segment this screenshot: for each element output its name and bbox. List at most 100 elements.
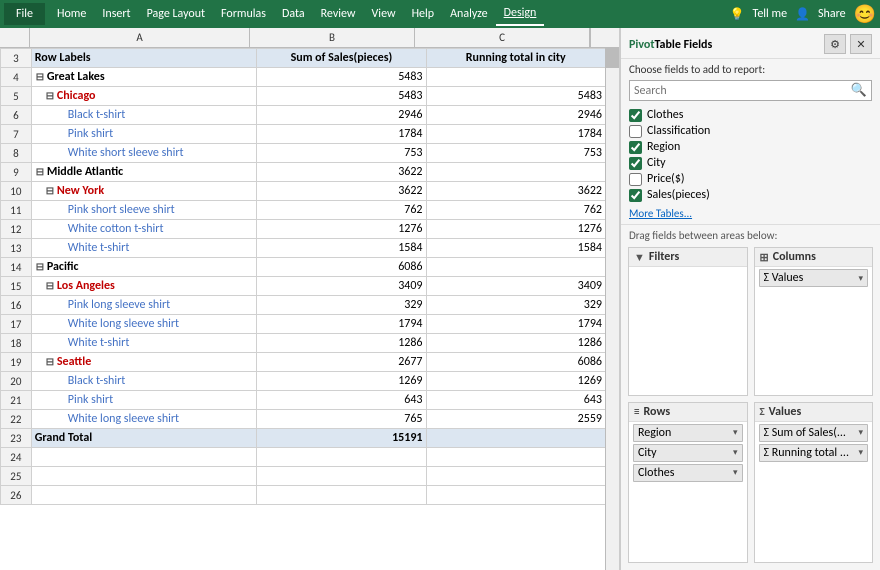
cell-b[interactable]: 1286: [257, 334, 426, 353]
col-header-b[interactable]: B: [250, 28, 415, 47]
menu-analyze[interactable]: Analyze: [442, 3, 496, 25]
menu-design[interactable]: Design: [496, 2, 545, 26]
tellme-label[interactable]: Tell me: [753, 7, 788, 21]
pivot-field-checkbox[interactable]: [629, 125, 642, 138]
cell-b[interactable]: 6086: [257, 258, 426, 277]
rows-pill[interactable]: Region▾: [633, 424, 743, 442]
cell-a[interactable]: [31, 467, 257, 486]
cell-b[interactable]: 3622: [257, 182, 426, 201]
cell-b[interactable]: 329: [257, 296, 426, 315]
cell-b[interactable]: 15191: [257, 429, 426, 448]
cell-a[interactable]: Pink short sleeve shirt: [31, 201, 257, 220]
scrollbar[interactable]: [605, 48, 619, 570]
cell-c[interactable]: 3622: [426, 182, 605, 201]
menu-view[interactable]: View: [364, 3, 404, 25]
cell-c[interactable]: 762: [426, 201, 605, 220]
cell-a[interactable]: White short sleeve shirt: [31, 144, 257, 163]
columns-values-pill[interactable]: Σ Values ▾: [759, 269, 869, 287]
pivot-close-btn[interactable]: ✕: [850, 34, 872, 54]
cell-c[interactable]: 6086: [426, 353, 605, 372]
cell-c[interactable]: 2946: [426, 106, 605, 125]
cell-a[interactable]: White cotton t-shirt: [31, 220, 257, 239]
cell-c[interactable]: 753: [426, 144, 605, 163]
cell-c[interactable]: Running total in city: [426, 49, 605, 68]
menu-formulas[interactable]: Formulas: [213, 3, 274, 25]
menu-insert[interactable]: Insert: [94, 3, 138, 25]
cell-a[interactable]: White t-shirt: [31, 239, 257, 258]
cell-b[interactable]: [257, 486, 426, 505]
rows-pill[interactable]: Clothes▾: [633, 464, 743, 482]
cell-b[interactable]: 1584: [257, 239, 426, 258]
cell-c[interactable]: 1784: [426, 125, 605, 144]
share-label[interactable]: Share: [818, 7, 846, 21]
cell-a[interactable]: ⊟ Los Angeles: [31, 277, 257, 296]
cell-b[interactable]: 1794: [257, 315, 426, 334]
cell-b[interactable]: 1784: [257, 125, 426, 144]
pivot-field-checkbox[interactable]: [629, 189, 642, 202]
cell-b[interactable]: 2677: [257, 353, 426, 372]
menu-data[interactable]: Data: [274, 3, 313, 25]
cell-a[interactable]: Pink shirt: [31, 391, 257, 410]
col-header-c[interactable]: C: [415, 28, 590, 47]
scroll-thumb[interactable]: [606, 48, 619, 68]
cell-a[interactable]: Pink shirt: [31, 125, 257, 144]
cell-b[interactable]: 2946: [257, 106, 426, 125]
cell-c[interactable]: 3409: [426, 277, 605, 296]
pivot-search-box[interactable]: 🔍: [629, 80, 872, 101]
cell-c[interactable]: [426, 467, 605, 486]
menu-home[interactable]: Home: [49, 3, 94, 25]
cell-a[interactable]: ⊟ Chicago: [31, 87, 257, 106]
cell-a[interactable]: ⊟ Great Lakes: [31, 68, 257, 87]
cell-b[interactable]: 3622: [257, 163, 426, 182]
cell-c[interactable]: 1286: [426, 334, 605, 353]
cell-c[interactable]: [426, 258, 605, 277]
cell-a[interactable]: ⊟ New York: [31, 182, 257, 201]
cell-c[interactable]: 643: [426, 391, 605, 410]
cell-b[interactable]: 3409: [257, 277, 426, 296]
cell-b[interactable]: 765: [257, 410, 426, 429]
cell-c[interactable]: [426, 448, 605, 467]
values-pill[interactable]: Σ Running total ...▾: [759, 444, 869, 462]
values-pill[interactable]: Σ Sum of Sales(...▾: [759, 424, 869, 442]
pivot-field-checkbox[interactable]: [629, 141, 642, 154]
menu-help[interactable]: Help: [404, 3, 443, 25]
menu-page-layout[interactable]: Page Layout: [139, 3, 213, 25]
cell-c[interactable]: 1269: [426, 372, 605, 391]
cell-c[interactable]: 329: [426, 296, 605, 315]
pivot-field-checkbox[interactable]: [629, 173, 642, 186]
cell-b[interactable]: Sum of Sales(pieces): [257, 49, 426, 68]
cell-c[interactable]: 1276: [426, 220, 605, 239]
cell-a[interactable]: Black t-shirt: [31, 106, 257, 125]
cell-c[interactable]: 2559: [426, 410, 605, 429]
cell-a[interactable]: White t-shirt: [31, 334, 257, 353]
pivot-field-checkbox[interactable]: [629, 109, 642, 122]
cell-a[interactable]: Row Labels: [31, 49, 257, 68]
cell-c[interactable]: [426, 68, 605, 87]
cell-c[interactable]: [426, 429, 605, 448]
menu-review[interactable]: Review: [313, 3, 364, 25]
cell-a[interactable]: Pink long sleeve shirt: [31, 296, 257, 315]
cell-b[interactable]: 1269: [257, 372, 426, 391]
cell-a[interactable]: White long sleeve shirt: [31, 315, 257, 334]
cell-b[interactable]: 5483: [257, 87, 426, 106]
cell-b[interactable]: 1276: [257, 220, 426, 239]
cell-a[interactable]: [31, 448, 257, 467]
cell-a[interactable]: ⊟ Middle Atlantic: [31, 163, 257, 182]
cell-b[interactable]: 5483: [257, 68, 426, 87]
pivot-search-input[interactable]: [630, 82, 847, 100]
cell-c[interactable]: [426, 486, 605, 505]
cell-b[interactable]: [257, 448, 426, 467]
cell-c[interactable]: [426, 163, 605, 182]
cell-a[interactable]: ⊟ Pacific: [31, 258, 257, 277]
cell-c[interactable]: 1794: [426, 315, 605, 334]
cell-a[interactable]: Black t-shirt: [31, 372, 257, 391]
rows-pill[interactable]: City▾: [633, 444, 743, 462]
cell-a[interactable]: ⊟ Seattle: [31, 353, 257, 372]
cell-b[interactable]: [257, 467, 426, 486]
pivot-settings-btn[interactable]: ⚙: [824, 34, 846, 54]
pivot-field-checkbox[interactable]: [629, 157, 642, 170]
cell-a[interactable]: [31, 486, 257, 505]
cell-c[interactable]: 5483: [426, 87, 605, 106]
menu-file[interactable]: File: [4, 3, 45, 25]
cell-b[interactable]: 643: [257, 391, 426, 410]
